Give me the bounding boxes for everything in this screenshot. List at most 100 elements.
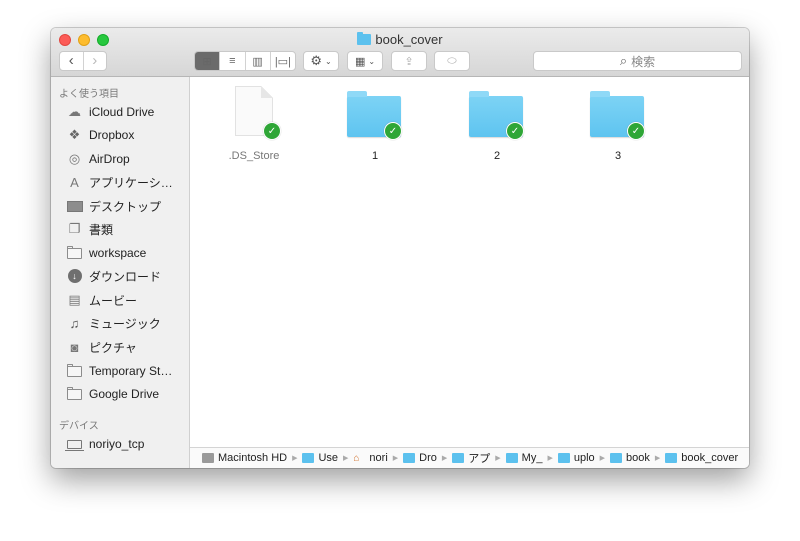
share-button[interactable]: ⇪ <box>391 51 427 71</box>
folder-icon <box>505 453 518 463</box>
folder-icon <box>610 453 623 463</box>
favorites-header: よく使う項目 <box>59 89 119 100</box>
forward-button[interactable]: › <box>84 52 107 70</box>
sidebar-item-label: ピクチャ <box>89 340 137 355</box>
desktop-icon <box>66 199 83 213</box>
sidebar-item-label: デスクトップ <box>89 199 162 214</box>
folder-item-2[interactable]: ✓ 2 <box>449 77 545 172</box>
back-button[interactable]: ‹ <box>60 52 84 70</box>
arrange-icon: ▦ <box>354 55 366 68</box>
arrange-menu-button[interactable]: ▦ ⌄ <box>347 51 383 71</box>
sidebar-item-icloud-drive[interactable]: ☁ iCloud Drive <box>66 102 154 122</box>
cover-flow-icon: |▭| <box>274 55 291 68</box>
sidebar-item-label: Dropbox <box>89 128 135 142</box>
path-item-book-cover[interactable]: book_cover <box>665 452 738 464</box>
file-name: 2 <box>493 150 501 162</box>
path-item-book[interactable]: book <box>610 452 650 464</box>
folder-item-3[interactable]: ✓ 3 <box>570 77 666 172</box>
sidebar-item-downloads[interactable]: ↓ ダウンロード <box>66 266 161 286</box>
camera-icon: ◙ <box>70 339 79 355</box>
hard-drive-icon <box>202 453 214 463</box>
back-forward-buttons: ‹ › <box>59 51 107 71</box>
sidebar-item-temporary[interactable]: Temporary St… <box>66 361 172 381</box>
path-item-label: Dro <box>419 452 437 464</box>
sidebar-item-label: AirDrop <box>89 152 130 166</box>
path-item-my[interactable]: My_ <box>505 452 543 464</box>
action-menu-button[interactable]: ⚙ ⌄ <box>303 51 339 71</box>
gear-icon: ⚙ <box>310 53 322 68</box>
path-item-upload[interactable]: uplo <box>557 452 595 464</box>
sidebar-item-pictures[interactable]: ◙ ピクチャ <box>66 337 137 357</box>
sidebar-item-desktop[interactable]: デスクトップ <box>66 196 161 216</box>
path-separator-icon: ▶ <box>654 455 661 462</box>
sidebar-item-workspace[interactable]: workspace <box>66 243 146 263</box>
music-icon: ♫ <box>69 315 80 331</box>
list-view-button[interactable]: ≡ <box>220 52 246 70</box>
devices-header: デバイス <box>59 421 99 432</box>
sidebar-item-documents[interactable]: ❐ 書類 <box>66 219 113 239</box>
sidebar-item-label: iCloud Drive <box>89 105 155 119</box>
path-item-label: Use <box>318 452 339 464</box>
window-title: book_cover <box>51 32 749 48</box>
path-separator-icon: ▶ <box>292 455 298 462</box>
dropbox-icon: ❖ <box>68 127 81 142</box>
icon-view-icon: ⊞ <box>202 55 212 68</box>
sidebar-item-label: Temporary St… <box>89 364 173 378</box>
downloads-icon: ↓ <box>66 269 83 283</box>
sidebar-item-label: ダウンロード <box>89 269 162 284</box>
path-item-home[interactable]: ⌂ nori <box>353 452 387 464</box>
chevron-down-icon: ⌄ <box>368 56 376 66</box>
path-item-label: book_cover <box>681 452 739 464</box>
path-item-macintosh-hd[interactable]: Macintosh HD <box>202 452 287 464</box>
sidebar-item-label: workspace <box>89 246 147 260</box>
sidebar-item-label: アプリケーシ… <box>89 175 173 190</box>
tags-button[interactable]: ⬭ <box>434 51 470 71</box>
sidebar-item-label: ミュージック <box>89 316 161 331</box>
folder-icon <box>452 453 465 463</box>
movies-icon: ▤ <box>68 292 81 307</box>
finder-window: book_cover ‹ › ⊞ ≡ ▥ |▭| ⚙ ⌄ ▦ ⌄ ⇪ ⬭ ⌕ 検索 よ… <box>51 28 749 468</box>
folder-icon <box>66 245 83 260</box>
column-view-button[interactable]: ▥ <box>246 52 271 70</box>
sidebar-item-music[interactable]: ♫ ミュージック <box>66 313 161 333</box>
view-mode-segmented-control: ⊞ ≡ ▥ |▭| <box>194 51 296 71</box>
applications-icon: A <box>70 174 79 190</box>
path-item-label: Macintosh HD <box>218 452 288 464</box>
sync-check-icon: ✓ <box>263 122 281 140</box>
sidebar-item-dropbox[interactable]: ❖ Dropbox <box>66 125 135 145</box>
sidebar-item-movies[interactable]: ▤ ムービー <box>66 290 137 310</box>
path-separator-icon: ▶ <box>441 455 448 462</box>
path-item-app[interactable]: アプ <box>452 450 490 466</box>
title-bar: book_cover ‹ › ⊞ ≡ ▥ |▭| ⚙ ⌄ ▦ ⌄ ⇪ ⬭ ⌕ 検索 <box>51 28 749 77</box>
path-item-label: My_ <box>521 452 543 464</box>
path-separator-icon: ▶ <box>547 455 553 462</box>
path-bar: Macintosh HD ▶ Use ▶ ⌂ nori ▶ Dro ▶ アプ ▶ … <box>190 447 749 468</box>
cover-flow-view-button[interactable]: |▭| <box>271 52 295 70</box>
sidebar-item-google-drive[interactable]: Google Drive <box>66 384 159 404</box>
sidebar-item-noriyo-tcp[interactable]: noriyo_tcp <box>65 434 144 454</box>
search-field[interactable]: ⌕ 検索 <box>533 51 742 71</box>
path-separator-icon: ▶ <box>495 455 501 462</box>
sidebar-item-airdrop[interactable]: ◎ AirDrop <box>66 149 130 169</box>
file-item-ds-store[interactable]: ✓ .DS_Store <box>206 77 302 172</box>
window-title-text: book_cover <box>375 32 443 47</box>
folder-icon <box>665 453 678 463</box>
icon-view-button[interactable]: ⊞ <box>195 52 221 70</box>
path-item-users[interactable]: Use <box>302 452 338 464</box>
path-item-dropbox[interactable]: Dro <box>403 452 437 464</box>
airdrop-icon: ◎ <box>68 151 81 166</box>
documents-icon: ❐ <box>68 221 81 236</box>
folder-item-1[interactable]: ✓ 1 <box>327 77 423 172</box>
home-icon: ⌂ <box>353 453 360 464</box>
sidebar: よく使う項目 ☁ iCloud Drive ❖ Dropbox ◎ AirDrop A… <box>51 77 190 468</box>
path-separator-icon: ▶ <box>599 455 606 462</box>
sync-check-icon: ✓ <box>506 122 524 140</box>
sync-check-icon: ✓ <box>627 122 645 140</box>
column-view-icon: ▥ <box>252 55 263 68</box>
path-separator-icon: ▶ <box>392 455 399 462</box>
sidebar-item-applications[interactable]: A アプリケーシ… <box>66 172 173 192</box>
chevron-down-icon: ⌄ <box>324 56 332 66</box>
file-name: .DS_Store <box>228 150 280 162</box>
file-icon-view: ✓ .DS_Store ✓ 1 ✓ 2 ✓ 3 <box>190 77 749 448</box>
folder-icon <box>357 32 372 45</box>
